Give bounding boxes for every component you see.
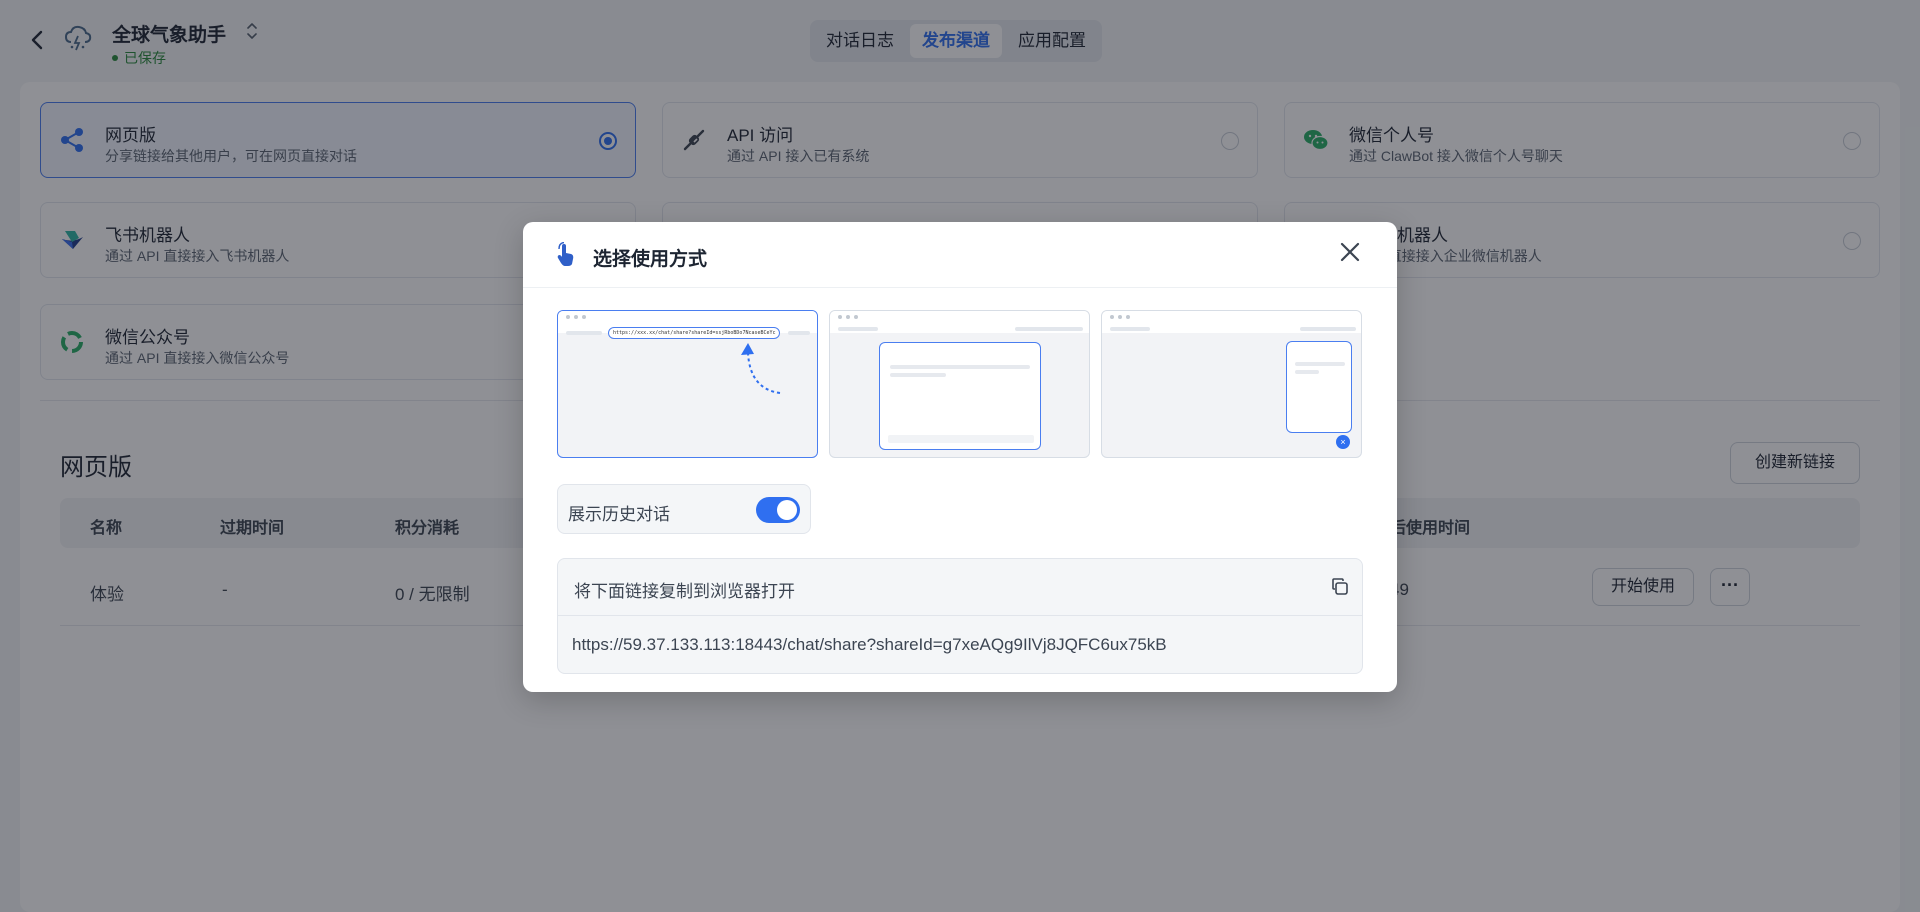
preview-placeholder	[1015, 327, 1083, 331]
history-toggle-box: 展示历史对话	[557, 484, 811, 534]
preview-placeholder	[838, 327, 878, 331]
preview-placeholder	[1295, 370, 1319, 374]
preview-placeholder	[1295, 362, 1345, 366]
preview-placeholder	[1300, 327, 1356, 331]
history-toggle-label: 展示历史对话	[568, 505, 670, 524]
share-link-header: 将下面链接复制到浏览器打开	[558, 559, 1362, 616]
mode-option-fullpage[interactable]: https://xxx.xx/chat/share?shareId=ssjRbo…	[557, 310, 818, 458]
mode-option-widget[interactable]: ×	[1101, 310, 1362, 458]
preview-chat-window	[879, 342, 1041, 450]
pointer-hand-icon	[555, 241, 577, 268]
modal-header: 选择使用方式	[523, 222, 1397, 288]
share-link-box: 将下面链接复制到浏览器打开 https://59.37.133.113:1844…	[557, 558, 1363, 674]
preview-placeholder	[890, 373, 946, 377]
close-icon[interactable]	[1335, 240, 1365, 270]
preview-placeholder	[788, 331, 810, 335]
preview-url-bar: https://xxx.xx/chat/share?shareId=ssjRbo…	[608, 327, 780, 339]
preview-widget-window	[1286, 341, 1352, 433]
preview-input	[888, 435, 1034, 443]
preview-placeholder	[1110, 327, 1150, 331]
history-toggle[interactable]	[756, 497, 800, 523]
share-link-url[interactable]: https://59.37.133.113:18443/chat/share?s…	[572, 635, 1167, 655]
curved-arrow-icon	[741, 343, 781, 394]
widget-close-icon: ×	[1336, 435, 1350, 449]
modal-title: 选择使用方式	[593, 249, 708, 270]
share-link-hint: 将下面链接复制到浏览器打开	[574, 582, 795, 601]
mode-option-iframe[interactable]	[829, 310, 1090, 458]
preview-placeholder	[890, 365, 1030, 369]
copy-icon[interactable]	[1330, 577, 1350, 597]
preview-placeholder	[566, 331, 602, 335]
usage-mode-modal: 选择使用方式 https://xxx.xx/chat/share?shareId…	[523, 222, 1397, 692]
